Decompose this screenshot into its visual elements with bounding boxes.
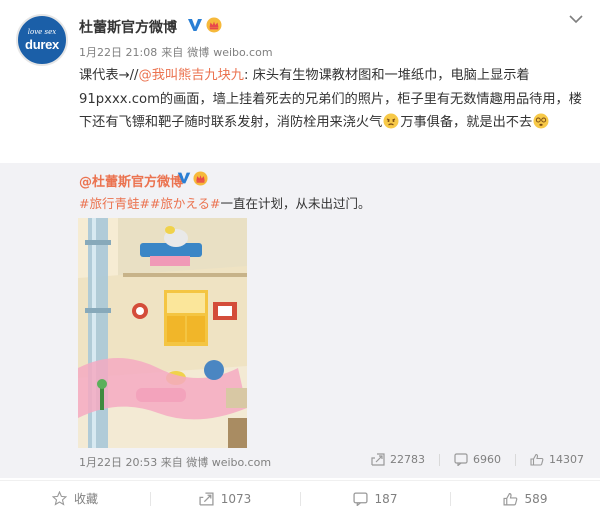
source-app[interactable]: 微博 [187,46,209,59]
favorite-button[interactable]: 收藏 [0,481,150,516]
like-button[interactable]: 589 [450,481,600,516]
source-app[interactable]: 微博 [186,456,208,469]
comment-icon [454,453,468,466]
repost-body: 一直在计划，从未出过门。 [220,196,371,211]
room-illustration[interactable] [78,218,247,448]
source-prefix: 来自 [161,46,184,59]
verified-icon [188,19,202,31]
repost-like-count[interactable]: 14307 [516,453,584,466]
post-text-part3: 万事俱备，就是出不去 [400,115,533,130]
favorite-label: 收藏 [73,492,98,506]
mention-link[interactable]: @我叫熊吉九块九 [139,68,245,83]
like-count: 14307 [549,453,584,466]
share-icon [199,491,214,506]
repost-box: @杜蕾斯官方微博 #旅行青蛙##旅かえる#一直在计划，从未出过门。 1月22日 … [0,163,600,478]
comment-button[interactable]: 187 [300,481,450,516]
comment-count: 187 [374,491,398,506]
share-count: 22783 [390,453,425,466]
forward-button[interactable]: 1073 [150,481,300,516]
dizzy-face-icon [533,113,549,129]
repost-author[interactable]: @杜蕾斯官方微博 [79,171,183,190]
hashtag-link[interactable]: #旅かえる# [150,196,221,211]
post-meta: 1月22日 21:08 来自 微博 weibo.com [79,44,277,60]
hashtag-link[interactable]: #旅行青蛙# [79,196,150,211]
source-prefix: 来自 [160,456,183,469]
repost-stats: 22783 6960 14307 [357,453,584,466]
post-text: 课代表→//@我叫熊吉九块九: 床头有生物课教材图和一堆纸巾，电脑上显示着91p… [79,64,584,135]
post-text-part1: 课代表→// [79,68,139,83]
forward-count: 1073 [220,491,252,506]
crown-icon [206,17,222,33]
repost-meta: 1月22日 20:53 来自 微博 weibo.com [79,454,271,470]
repost-time[interactable]: 1月22日 20:53 [79,456,157,469]
post-time[interactable]: 1月22日 21:08 [79,46,157,59]
author-name[interactable]: 杜蕾斯官方微博 [79,17,177,37]
share-icon [371,453,385,466]
repost-text: #旅行青蛙##旅かえる#一直在计划，从未出过门。 [79,193,371,212]
thumbs-up-icon [530,453,544,466]
comment-count: 6960 [473,453,501,466]
chevron-down-icon[interactable] [568,12,584,26]
weibo-card: love sex durex 杜蕾斯官方微博 1月22日 21:08 来自 微博 we… [0,0,600,516]
avatar-brand: durex [25,37,59,52]
repost-comment-count[interactable]: 6960 [440,453,501,466]
comment-icon [352,491,368,506]
like-count: 589 [524,491,548,506]
repost-share-count[interactable]: 22783 [357,453,425,466]
crown-icon [193,171,208,186]
source-site[interactable]: weibo.com [213,46,272,59]
avatar-tagline: love sex [27,28,57,36]
source-site[interactable]: weibo.com [212,456,271,469]
thumbs-up-icon [503,492,517,505]
verified-icon [177,172,191,184]
star-icon [51,491,67,506]
angry-face-icon [383,113,399,129]
avatar[interactable]: love sex durex [16,14,68,66]
action-bar: 收藏 1073 187 589 [0,480,600,516]
